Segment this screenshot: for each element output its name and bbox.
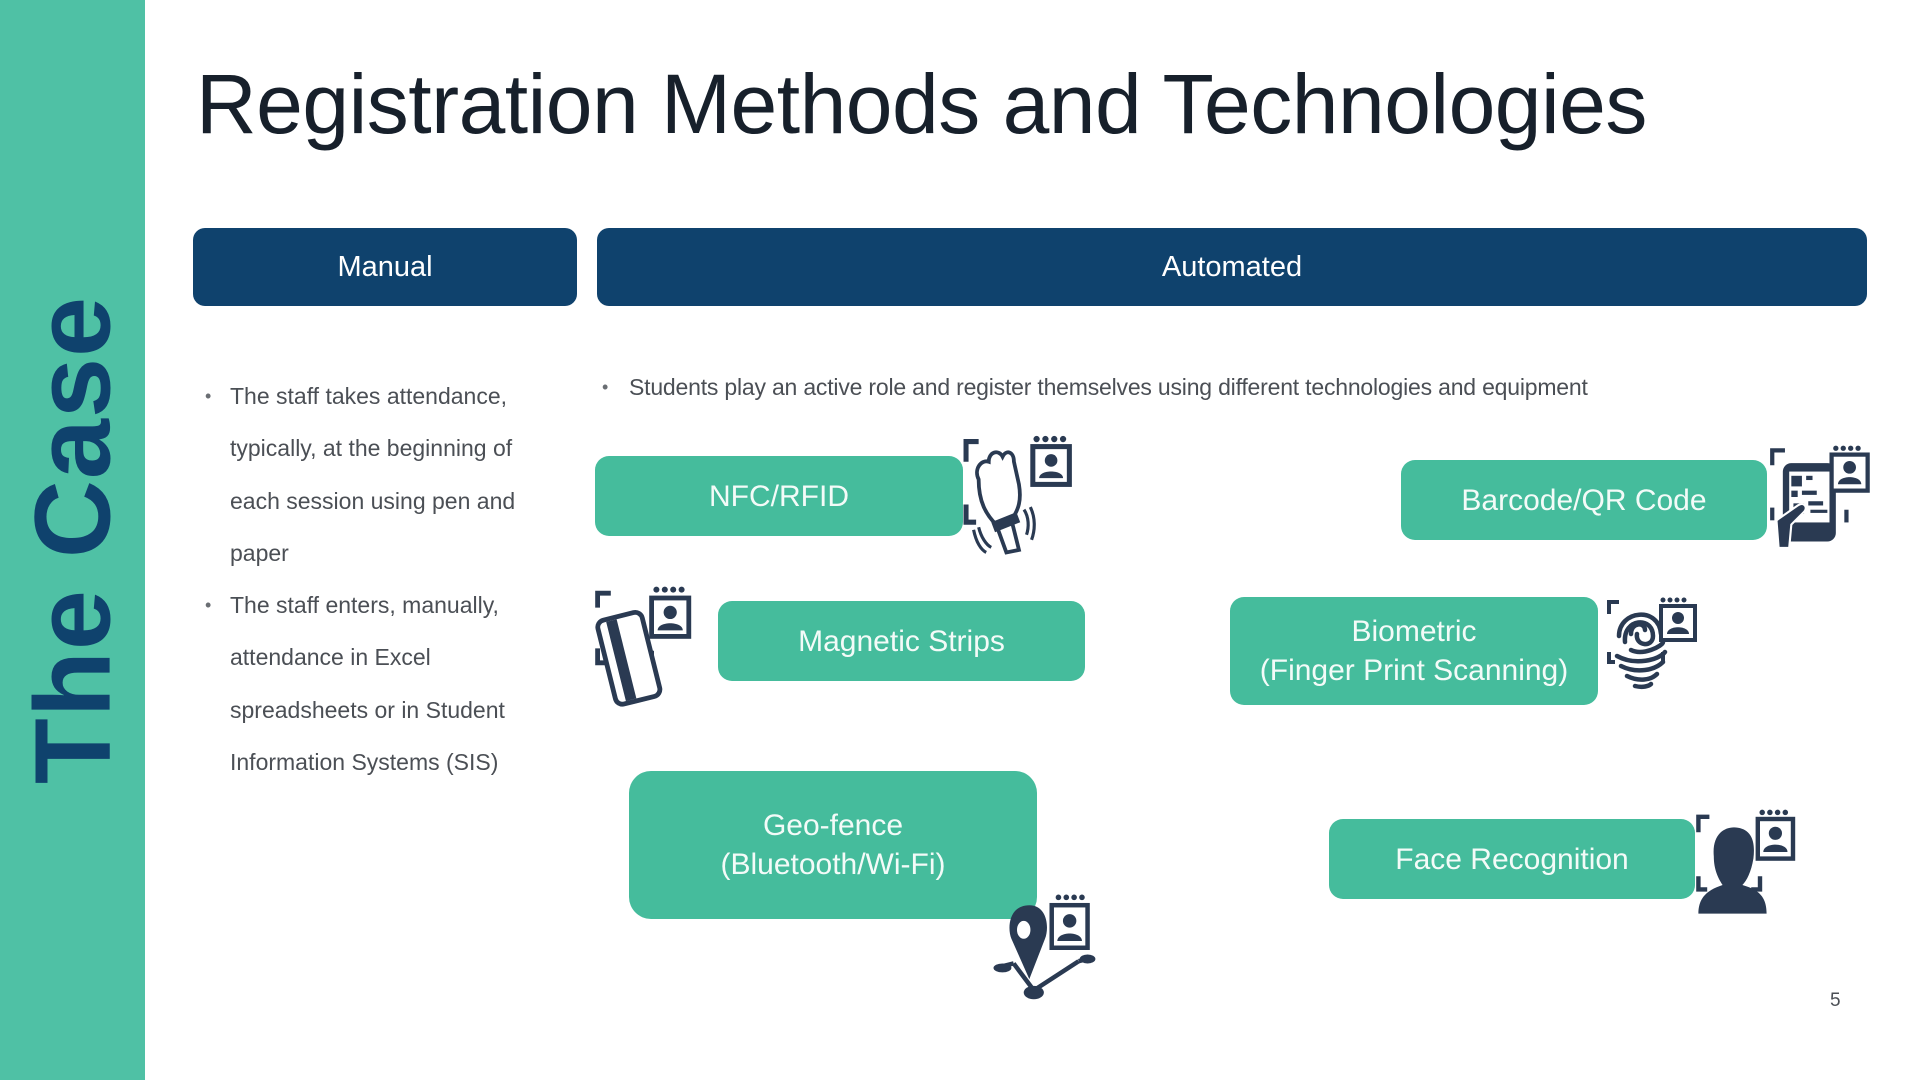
automated-header-label: Automated xyxy=(1161,250,1303,283)
method-geo-fence: Geo-fence (Bluetooth/Wi-Fi) xyxy=(629,771,1037,919)
method-biometric: Biometric (Finger Print Scanning) xyxy=(1230,597,1598,705)
bullet-icon: • xyxy=(205,386,212,406)
list-item: • The staff enters, manually, attendance… xyxy=(205,579,565,788)
automated-header: Automated xyxy=(597,228,1867,306)
method-label: Biometric xyxy=(1351,615,1477,648)
list-item: • Students play an active role and regis… xyxy=(602,370,1852,404)
bullet-text: The staff takes attendance, typically, a… xyxy=(230,383,516,566)
method-sublabel: (Finger Print Scanning) xyxy=(1259,654,1569,687)
wristband-icon xyxy=(960,434,1088,560)
page-number: 5 xyxy=(1830,990,1841,1011)
manual-header: Manual xyxy=(193,228,577,306)
magnetic-card-icon xyxy=(594,584,714,708)
automated-bullet-list: • Students play an active role and regis… xyxy=(602,370,1852,404)
method-label: Geo-fence xyxy=(762,809,904,842)
method-barcode-qr: Barcode/QR Code xyxy=(1401,460,1767,540)
fingerprint-icon xyxy=(1600,596,1710,696)
method-magnetic-strips: Magnetic Strips xyxy=(718,601,1085,681)
bullet-icon: • xyxy=(602,377,609,397)
section-title: The Case xyxy=(11,295,133,785)
method-label: Magnetic Strips xyxy=(798,624,1005,658)
side-bar: The Case xyxy=(0,0,145,1080)
face-silhouette-icon xyxy=(1694,808,1804,918)
bullet-text: The staff enters, manually, attendance i… xyxy=(230,592,505,776)
manual-bullet-list: • The staff takes attendance, typically,… xyxy=(205,370,565,788)
page-title: Registration Methods and Technologies xyxy=(196,57,1647,151)
qr-phone-icon xyxy=(1768,444,1874,550)
method-nfc-rfid: NFC/RFID xyxy=(595,456,963,536)
bullet-text: Students play an active role and registe… xyxy=(629,374,1588,400)
method-label: Face Recognition xyxy=(1395,842,1629,876)
bullet-icon: • xyxy=(205,595,212,616)
location-pin-icon xyxy=(978,894,1112,1006)
list-item: • The staff takes attendance, typically,… xyxy=(205,370,565,579)
manual-header-label: Manual xyxy=(337,250,433,283)
method-label: Barcode/QR Code xyxy=(1461,483,1707,517)
method-face-recognition: Face Recognition xyxy=(1329,819,1695,899)
method-sublabel: (Bluetooth/Wi-Fi) xyxy=(720,848,946,881)
method-label: NFC/RFID xyxy=(709,479,849,513)
